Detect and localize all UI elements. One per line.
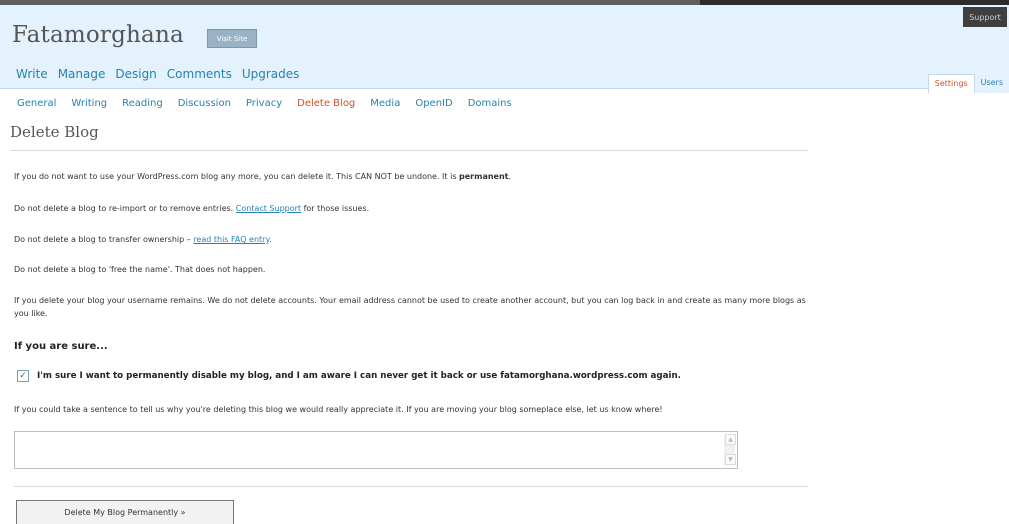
admin-header: Fatamorghana Visit Site Write Manage Des… xyxy=(0,5,1009,93)
nav-write[interactable]: Write xyxy=(16,67,48,81)
tab-settings[interactable]: Settings xyxy=(927,74,975,93)
reason-prompt: If you could take a sentence to tell us … xyxy=(14,405,663,414)
subnav-reading[interactable]: Reading xyxy=(122,98,163,109)
ownership-paragraph: Do not delete a blog to transfer ownersh… xyxy=(14,233,814,246)
subnav-openid[interactable]: OpenID xyxy=(415,98,452,109)
warning-paragraph: If you do not want to use your WordPress… xyxy=(14,170,814,183)
subnav-media[interactable]: Media xyxy=(370,98,400,109)
warning-end: . xyxy=(508,172,512,181)
free-name-paragraph: Do not delete a blog to 'free the name'.… xyxy=(14,265,266,274)
subnav-domains[interactable]: Domains xyxy=(468,98,512,109)
warning-text: If you do not want to use your WordPress… xyxy=(14,172,460,181)
checkmark-icon: ✓ xyxy=(19,370,27,381)
delete-blog-button[interactable]: Delete My Blog Permanently » xyxy=(16,500,234,524)
textarea-scrollbar[interactable]: ▲ ▼ xyxy=(724,434,736,465)
support-button[interactable]: Support xyxy=(963,7,1007,27)
right-tabs: Settings Users xyxy=(927,74,1009,93)
subnav-privacy[interactable]: Privacy xyxy=(246,98,282,109)
nav-upgrades[interactable]: Upgrades xyxy=(242,67,300,81)
subnav-writing[interactable]: Writing xyxy=(71,98,107,109)
faq-entry-link[interactable]: read this FAQ entry xyxy=(193,235,269,244)
nav-manage[interactable]: Manage xyxy=(58,67,106,81)
page-title: Delete Blog xyxy=(10,123,99,141)
sub-nav: General Writing Reading Discussion Priva… xyxy=(17,98,512,109)
main-nav: Write Manage Design Comments Upgrades xyxy=(16,67,299,81)
sure-heading: If you are sure... xyxy=(14,341,108,352)
nav-design[interactable]: Design xyxy=(115,67,156,81)
confirm-label: I'm sure I want to permanently disable m… xyxy=(37,371,681,381)
confirm-checkbox[interactable]: ✓ xyxy=(17,370,29,382)
subnav-general[interactable]: General xyxy=(17,98,56,109)
ownership-end: . xyxy=(269,235,272,244)
subnav-delete-blog[interactable]: Delete Blog xyxy=(297,98,355,109)
scroll-up-icon[interactable]: ▲ xyxy=(725,434,736,445)
reimport-end: for those issues. xyxy=(301,204,370,213)
bottom-divider xyxy=(14,486,808,487)
username-paragraph: If you delete your blog your username re… xyxy=(14,296,806,318)
permanent-text: permanent xyxy=(459,172,509,181)
reimport-paragraph: Do not delete a blog to re-import or to … xyxy=(14,202,814,215)
confirm-row: ✓ I'm sure I want to permanently disable… xyxy=(17,370,681,382)
site-title: Fatamorghana xyxy=(12,22,184,48)
tab-users[interactable]: Users xyxy=(974,74,1009,93)
subnav-discussion[interactable]: Discussion xyxy=(178,98,231,109)
title-divider xyxy=(10,150,808,151)
contact-support-link[interactable]: Contact Support xyxy=(236,204,301,213)
visit-site-button[interactable]: Visit Site xyxy=(207,29,257,48)
scroll-down-icon[interactable]: ▼ xyxy=(725,454,736,465)
reason-textarea[interactable]: ▲ ▼ xyxy=(14,431,738,469)
reimport-text: Do not delete a blog to re-import or to … xyxy=(14,204,236,213)
ownership-text: Do not delete a blog to transfer ownersh… xyxy=(14,235,194,244)
nav-comments[interactable]: Comments xyxy=(167,67,232,81)
